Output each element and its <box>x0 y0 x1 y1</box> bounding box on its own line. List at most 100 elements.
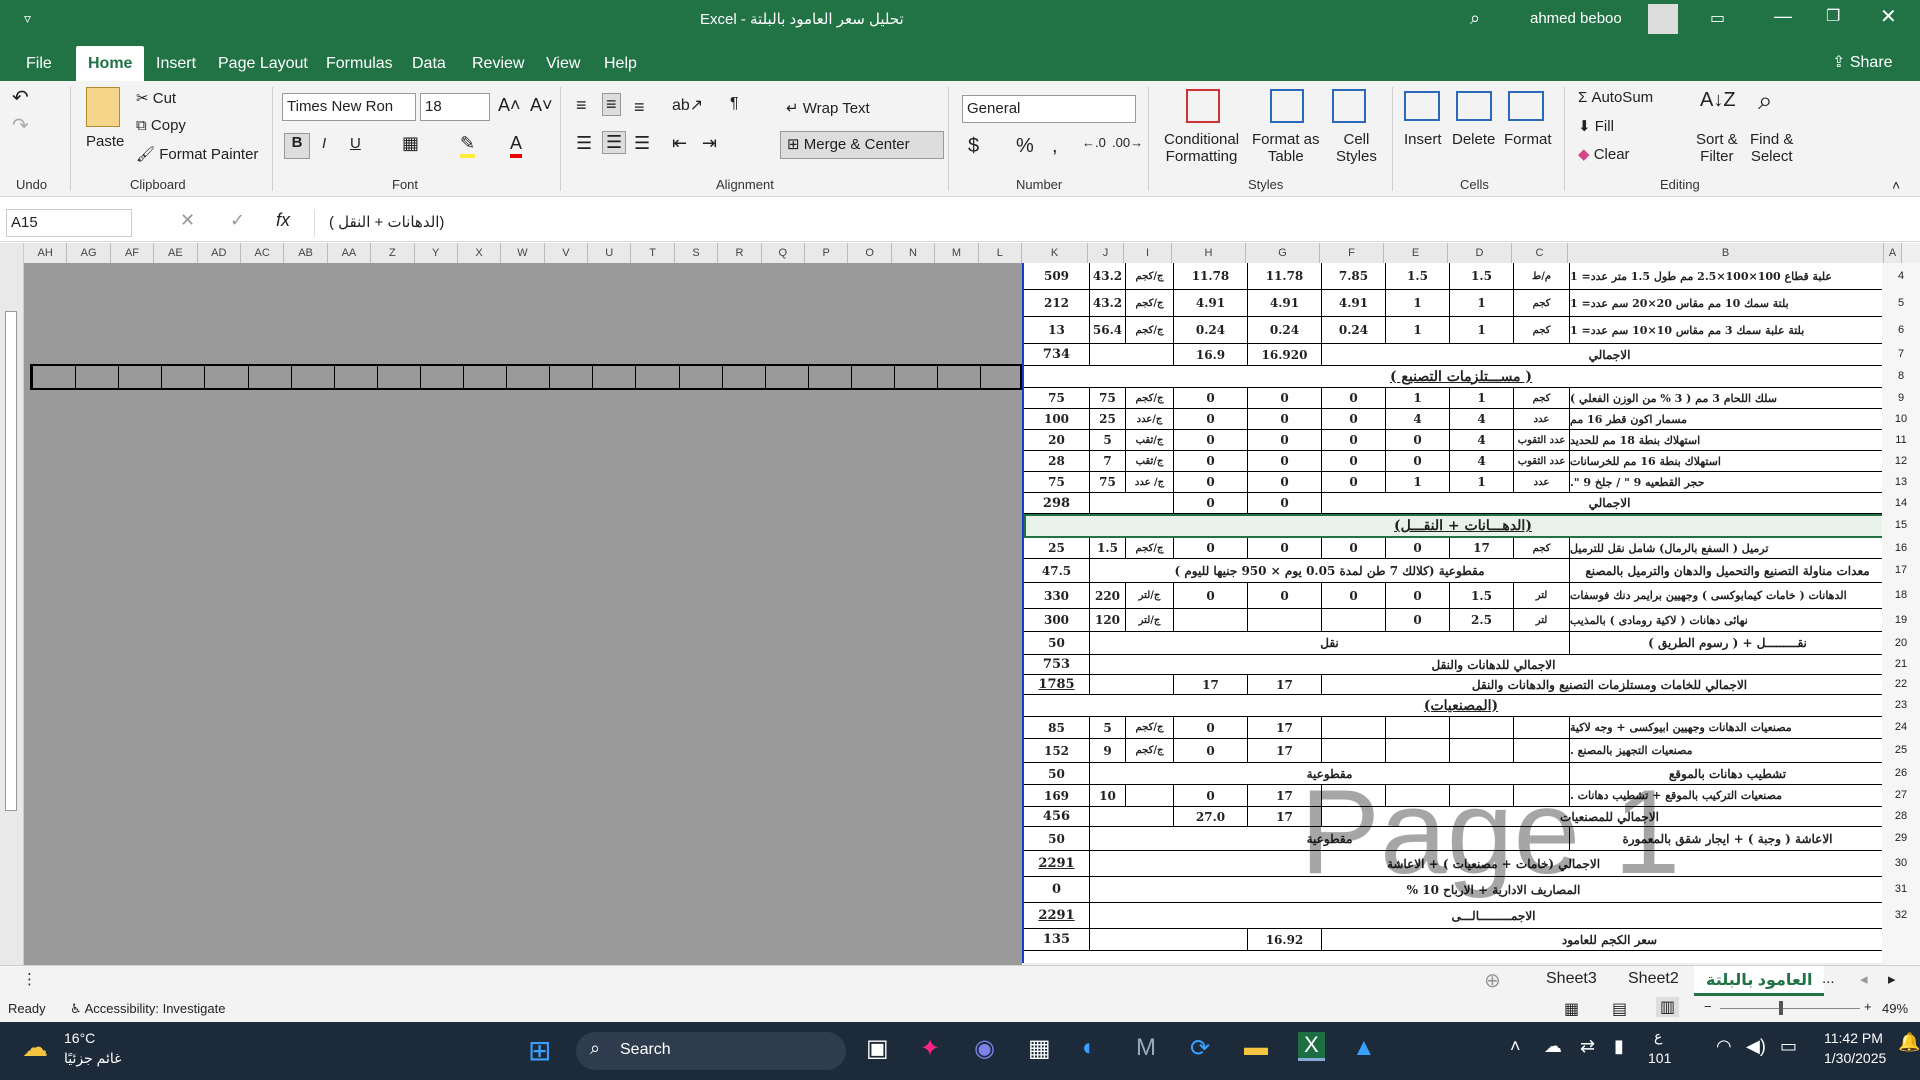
sheet-cell[interactable]: 27.0 <box>1174 807 1248 826</box>
sheet-cell[interactable]: 0.24 <box>1322 317 1386 343</box>
sheet-cell[interactable]: ج/عدد <box>1126 409 1174 429</box>
sheet-cell[interactable]: نقـــــــــل + ( رسوم الطريق ) <box>1570 632 1886 654</box>
copilot-icon[interactable]: ✦ <box>920 1034 940 1063</box>
column-header[interactable]: N <box>891 243 936 263</box>
scroll-left-icon[interactable]: ◂ <box>1860 970 1868 988</box>
sheet-row[interactable]: 212 43.2 ج/كجم 4.91 4.91 4.91 1 1 كجم بلتة سمك 10… <box>1024 290 1898 317</box>
sheet-cell[interactable]: نهائى دهانات ( لاكية رومادى ) بالمذيب <box>1570 609 1886 631</box>
column-header[interactable]: AE <box>154 243 198 263</box>
column-header[interactable]: H <box>1172 243 1246 263</box>
wrap-text-button[interactable]: ↵ Wrap Text <box>786 99 870 117</box>
quick-access-chevron-icon[interactable]: ▿ <box>24 10 31 27</box>
column-header[interactable]: AA <box>327 243 372 263</box>
row-header[interactable]: 13 <box>1882 476 1920 488</box>
sheet-cell[interactable]: 75 <box>1024 472 1090 492</box>
sheet-cell[interactable]: ج/كجم <box>1126 388 1174 408</box>
underline-icon[interactable]: U <box>350 135 361 152</box>
zoom-out-icon[interactable]: − <box>1704 999 1712 1014</box>
restore-icon[interactable]: ❐ <box>1826 6 1840 26</box>
row-header[interactable]: 20 <box>1882 637 1920 649</box>
increase-decimal-icon[interactable]: ←.0 <box>1082 135 1106 150</box>
cell-styles-icon[interactable] <box>1332 89 1366 123</box>
normal-view-icon[interactable]: ▦ <box>1564 999 1579 1019</box>
column-header[interactable]: O <box>848 243 892 263</box>
row-header[interactable]: 27 <box>1882 789 1920 801</box>
sheet-cell[interactable]: ج/ثقب <box>1126 430 1174 450</box>
comma-icon[interactable]: , <box>1052 135 1058 158</box>
borders-icon[interactable]: ▦ <box>402 133 419 154</box>
sheet-cell[interactable]: (المصنعيات) <box>1024 695 1898 716</box>
sheet-row[interactable]: 50نقلنقـــــــــل + ( رسوم الطريق )5 <box>1024 632 1898 655</box>
sheet-cell[interactable]: كجم <box>1514 538 1570 558</box>
sheet-cell[interactable]: 1.5 <box>1090 538 1126 558</box>
row-header[interactable]: 25 <box>1882 744 1920 756</box>
sheet-cell[interactable]: عدد <box>1514 409 1570 429</box>
sheet-row[interactable]: 10025ج/عدد00044عددمسمار اكون قطر 16 مم2 <box>1024 409 1898 430</box>
sheet-cell[interactable] <box>1322 739 1386 762</box>
align-middle-icon[interactable]: ≡ <box>602 93 621 116</box>
battery-icon[interactable]: ▭ <box>1780 1036 1797 1057</box>
clear-button[interactable]: ◆ Clear <box>1578 145 1630 163</box>
sheet-cell[interactable]: 0 <box>1174 739 1248 762</box>
sheet-options-icon[interactable]: ⋮ <box>22 970 37 988</box>
zoom-level[interactable]: 49% <box>1882 1001 1908 1016</box>
column-header[interactable]: B <box>1568 243 1884 263</box>
sheet-cell[interactable]: 0 <box>1024 877 1090 902</box>
column-header[interactable]: E <box>1384 243 1448 263</box>
sheet-row[interactable]: 20 5 ج/ثقب 0 0 0 0 4 عدد الثقوب استهلاك بنطة 18 م… <box>1024 430 1898 451</box>
sheet-cell[interactable]: 0.24 <box>1174 317 1248 343</box>
row-header[interactable]: 29 <box>1882 832 1920 844</box>
vertical-scrollbar[interactable] <box>0 243 24 965</box>
sheet-row[interactable]: 85 5 ج/كجم 0 17 مصنعيات الدهانات وجهيين ابيوك… <box>1024 717 1898 739</box>
onedrive-icon[interactable]: ☁ <box>1544 1036 1562 1057</box>
avatar[interactable] <box>1648 4 1678 34</box>
wifi-icon[interactable]: ◠ <box>1716 1036 1732 1057</box>
sheet-cell[interactable]: مصنعيات الدهانات وجهيين ابيوكسى + وجه لا… <box>1570 717 1886 738</box>
task-view-icon[interactable]: ▣ <box>866 1034 889 1063</box>
orientation-icon[interactable]: ab↗ <box>672 95 703 115</box>
align-bottom-icon[interactable]: ≡ <box>634 97 645 118</box>
sheet-cell[interactable]: 4 <box>1450 430 1514 450</box>
column-header[interactable]: D <box>1448 243 1512 263</box>
row-header[interactable]: 30 <box>1882 857 1920 869</box>
column-header[interactable]: AG <box>67 243 111 263</box>
sheet-row[interactable]: (الدهـــانات + النقـــل) <box>1024 514 1898 538</box>
sheet-cell[interactable]: 50 <box>1024 827 1090 850</box>
sheet-cell[interactable]: كجم <box>1514 317 1570 343</box>
column-header[interactable]: C <box>1512 243 1568 263</box>
tab-view[interactable]: View <box>534 46 592 81</box>
autosum-button[interactable]: Σ AutoSum <box>1578 89 1653 106</box>
sheet-cell[interactable]: 13 <box>1024 317 1090 343</box>
sheet-cell[interactable]: ج/ثقب <box>1126 451 1174 471</box>
sheet-cell[interactable]: 25 <box>1024 538 1090 558</box>
sheet-cell[interactable]: كجم <box>1514 388 1570 408</box>
copy-button[interactable]: ⧉ Copy <box>136 117 186 134</box>
sheet-row[interactable]: (المصنعيات) <box>1024 695 1898 717</box>
search-icon[interactable]: ⌕ <box>1470 8 1480 29</box>
paste-button[interactable]: Paste <box>86 133 124 150</box>
sheet-cell[interactable]: الدهانات ( خامات كيمابوكسى ) وجهيين براي… <box>1570 583 1886 608</box>
sheet-cell[interactable]: 135 <box>1024 929 1090 950</box>
conditional-format-icon[interactable] <box>1186 89 1220 123</box>
sheet-cell[interactable]: بلتة سمك 10 مم مقاس 20×20 سم عدد= 1 <box>1570 290 1886 316</box>
sheet-cell[interactable]: 0 <box>1174 430 1248 450</box>
sheet-cell[interactable]: 2291 <box>1024 851 1090 876</box>
sheet-cell[interactable]: ( مســـتلزمات التصنيع ) <box>1024 366 1898 387</box>
sheet-cell[interactable]: 220 <box>1090 583 1126 608</box>
column-header[interactable]: K <box>1022 243 1088 263</box>
sheet-row[interactable]: 753 الاجمالي للدهانات والنقل <box>1024 655 1898 675</box>
sheet-cell[interactable]: 0 <box>1322 538 1386 558</box>
sheet-row[interactable]: 13 56.4 ج/كجم 0.24 0.24 0.24 1 1 كجم بلتة علبة سم… <box>1024 317 1898 344</box>
sheet-cell[interactable]: 4.91 <box>1174 290 1248 316</box>
tab-data[interactable]: Data <box>400 46 458 81</box>
conditional-formatting-button[interactable]: Conditional Formatting <box>1164 131 1239 165</box>
sheet-cell[interactable]: الاجمـــــــــالـــى <box>1090 903 1898 928</box>
sheet-cell[interactable]: 5 <box>1090 430 1126 450</box>
column-header[interactable]: I <box>1124 243 1172 263</box>
sheet-cell[interactable] <box>1174 609 1248 631</box>
column-header[interactable]: AH <box>24 243 68 263</box>
decrease-indent-icon[interactable]: ⇤ <box>672 133 687 154</box>
sheet-cell[interactable]: 1 <box>1450 388 1514 408</box>
sheet-cell[interactable]: 16.920 <box>1248 344 1322 365</box>
sheet-cell[interactable]: 1785 <box>1024 675 1090 694</box>
